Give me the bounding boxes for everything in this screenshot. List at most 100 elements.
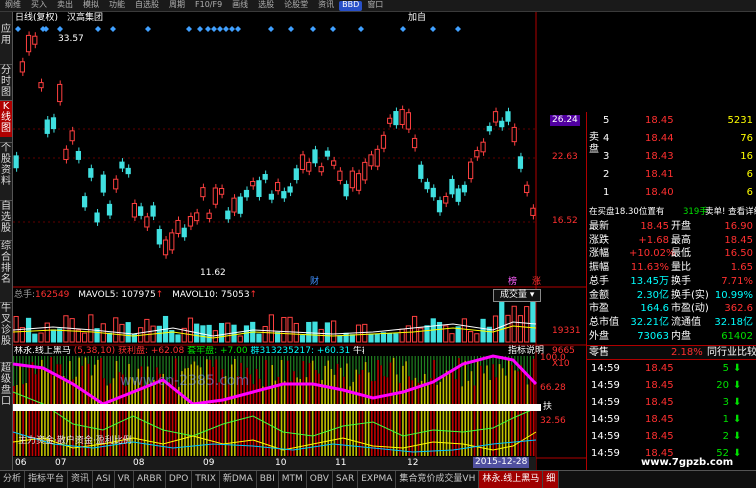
indicator-bar xyxy=(13,385,15,456)
rank-marker[interactable]: 榜 xyxy=(508,277,517,288)
menu-item[interactable]: 窗口 xyxy=(362,0,388,11)
candle-body xyxy=(324,150,331,157)
info-bar[interactable]: 在买盘18.30位置有 319手 卖单! 查看详细 xyxy=(587,206,756,219)
menu-item[interactable]: 资讯 xyxy=(313,0,339,11)
menu-item[interactable]: 周期 xyxy=(164,0,190,11)
sell-level-row[interactable]: 5 18.45 5231 xyxy=(587,114,756,127)
indicator-bar xyxy=(190,356,192,365)
indicator-bar xyxy=(470,371,473,456)
indicator-bar xyxy=(296,377,298,456)
indicator-bar xyxy=(196,356,198,366)
indicator-tab[interactable]: ASI xyxy=(93,471,115,488)
indicator-tab[interactable]: 细 xyxy=(543,471,560,488)
limit-up-marker[interactable]: 涨 xyxy=(532,277,541,288)
sell-level-row[interactable]: 4 18.44 76 xyxy=(587,132,756,145)
sell-level-row[interactable]: 1 18.40 6 xyxy=(587,186,756,199)
volume-bar xyxy=(387,333,393,343)
stat-label: 市盈 xyxy=(589,303,609,315)
sidebar-item-diagnosis[interactable]: 牛叉诊股 xyxy=(0,302,12,349)
quote-stat-row: 总手 13.45万 换手 7.71% xyxy=(587,275,756,288)
indicator-tab[interactable]: SAR xyxy=(333,471,359,488)
menu-item[interactable]: 画线 xyxy=(227,0,253,11)
indicator-tab[interactable]: VR xyxy=(115,471,134,488)
candle-body xyxy=(106,203,113,216)
menu-item[interactable]: 卖出 xyxy=(52,0,78,11)
indicator-bar xyxy=(168,382,171,456)
menu-item[interactable]: 纲维 xyxy=(0,0,26,11)
sidebar-item-level2[interactable]: 超级盘口 xyxy=(0,362,12,409)
high-price-label: 33.57 xyxy=(58,34,84,44)
indicator-bar xyxy=(436,384,438,456)
sidebar-item-stock-info[interactable]: 个股资料 xyxy=(0,142,12,189)
indicator-tab[interactable]: ARBR xyxy=(134,471,166,488)
sidebar-item-intraday[interactable]: 分时图 xyxy=(0,64,12,101)
indicator-bar xyxy=(81,356,83,366)
candle-body xyxy=(100,174,106,193)
menu-item[interactable]: 自选股 xyxy=(130,0,164,11)
indicator-bar xyxy=(367,372,370,456)
candle-body xyxy=(187,216,194,227)
sidebar-item-kline[interactable]: K线图 xyxy=(0,100,12,137)
indicator-bar xyxy=(199,356,201,368)
indicator-tab[interactable]: 集合竞价成交量VH xyxy=(396,471,480,488)
indicator-bar xyxy=(423,356,426,374)
stat-value: 18.45 xyxy=(640,221,669,232)
indicator-tab[interactable]: 新DMA xyxy=(220,471,257,488)
indicator-bar xyxy=(448,356,451,372)
indicator-bar xyxy=(395,374,398,456)
sell-level-row[interactable]: 3 18.43 16 xyxy=(587,150,756,163)
indicator-bar xyxy=(430,356,432,379)
finance-marker[interactable]: 财 xyxy=(310,277,319,288)
indicator-tab[interactable]: EXPMA xyxy=(358,471,397,488)
indicator-bar xyxy=(470,356,472,372)
candle-body xyxy=(312,149,318,164)
indicator-tab[interactable]: DPO xyxy=(166,471,193,488)
tick-volume: 2 xyxy=(722,431,729,442)
candle-body xyxy=(449,178,455,195)
chart-period[interactable]: 日线(复权) xyxy=(15,13,58,24)
indicator-bar xyxy=(252,356,254,385)
menu-item[interactable]: 选股 xyxy=(253,0,279,11)
menu-item[interactable]: BBD xyxy=(339,1,363,11)
sidebar-item-watchlist[interactable]: 自选股 xyxy=(0,200,12,237)
indicator-bar xyxy=(240,356,242,363)
indicator-bar xyxy=(290,381,292,456)
down-arrow-icon: ⬇ xyxy=(733,397,742,408)
volume-bar xyxy=(355,324,362,343)
stat-label: 外盘 xyxy=(589,330,609,342)
signal-diamond xyxy=(430,26,436,32)
sidebar-item-apps[interactable]: 应用 xyxy=(0,24,12,50)
indicator-bar xyxy=(283,380,286,456)
menu-item[interactable]: 功能 xyxy=(104,0,130,11)
menu-item[interactable]: 论股堂 xyxy=(279,0,313,11)
indicator-bar xyxy=(529,356,531,379)
indicator-tab[interactable]: TRIX xyxy=(192,471,220,488)
volume-bar xyxy=(312,321,318,343)
tick-row: 14:59 18.45 20 ⬇ xyxy=(587,379,756,392)
menu-item[interactable]: F10/F9 xyxy=(190,0,227,11)
candle-body xyxy=(430,187,436,198)
indicator-tab[interactable]: 资讯 xyxy=(68,471,94,488)
indicator-tab[interactable]: 指标平台 xyxy=(25,471,69,488)
tick-volume: 1 xyxy=(722,414,729,425)
tick-time: 14:59 xyxy=(591,380,620,391)
menu-item[interactable]: 模拟 xyxy=(78,0,104,11)
indicator-tab[interactable]: BBI xyxy=(257,471,279,488)
volume-selector[interactable]: 成交量 ▾ xyxy=(493,289,542,302)
tick-header: 零售 2.18% 同行业比较 xyxy=(587,345,756,360)
indicator-tab[interactable]: 分析 xyxy=(0,471,26,488)
menu-item[interactable]: 买入 xyxy=(26,0,52,11)
indicator-tab[interactable]: OBV xyxy=(307,471,333,488)
sell-level-row[interactable]: 2 18.41 6 xyxy=(587,168,756,181)
add-watch-button[interactable]: 加自 xyxy=(408,13,426,24)
indicator-tab[interactable]: MTM xyxy=(279,471,307,488)
candle-body xyxy=(474,150,480,158)
indicator-help-button[interactable]: 指标说明 xyxy=(508,346,544,357)
sidebar-item-ranking[interactable]: 综合排名 xyxy=(0,240,12,287)
volume-bar xyxy=(530,298,536,343)
indicator-tab[interactable]: 林永.线上黑马 xyxy=(479,471,544,488)
stat-value: 1.65 xyxy=(730,262,753,274)
kline-chart[interactable] xyxy=(13,12,586,470)
stock-name: 汉高集团 xyxy=(67,13,104,23)
stat-label: 涨跌 xyxy=(589,234,609,246)
